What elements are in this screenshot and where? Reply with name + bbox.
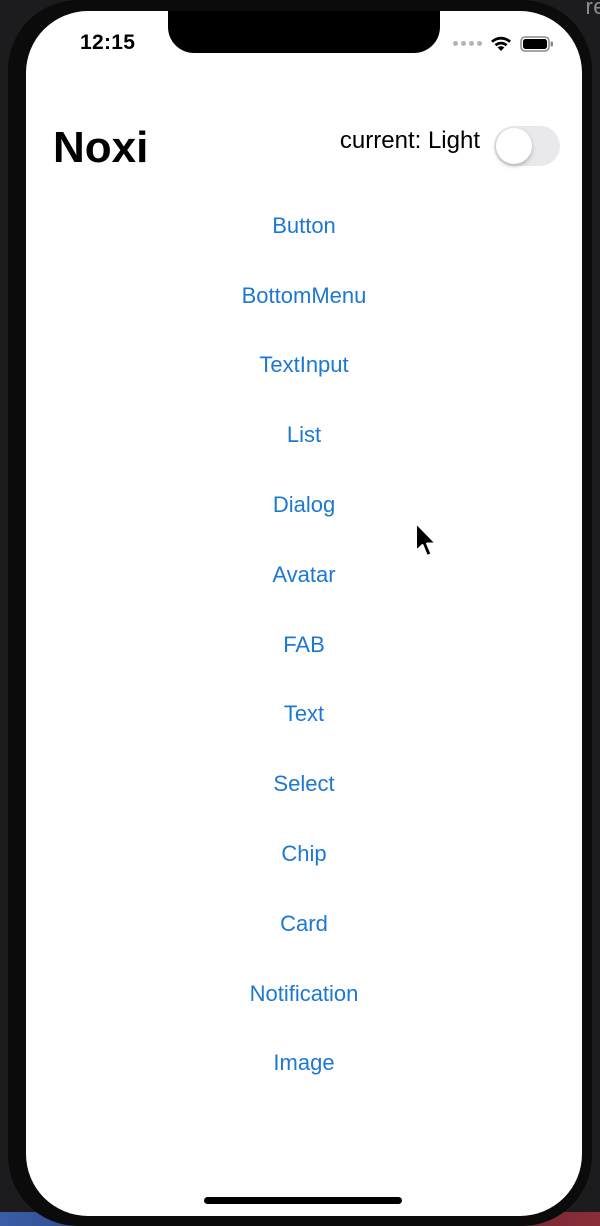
menu-item-fab[interactable]: FAB	[26, 610, 582, 680]
component-list: Button BottomMenu TextInput List Dialog …	[26, 191, 582, 1098]
menu-item-text[interactable]: Text	[26, 680, 582, 750]
app-screen: 12:15 Noxi current: Light Button BottomM…	[26, 11, 582, 1216]
menu-item-textinput[interactable]: TextInput	[26, 331, 582, 401]
background-window-text: re	[585, 0, 600, 19]
device-notch	[168, 11, 440, 53]
menu-item-list[interactable]: List	[26, 400, 582, 470]
status-indicators	[453, 35, 554, 52]
battery-icon	[520, 35, 553, 52]
home-indicator[interactable]	[204, 1197, 402, 1204]
menu-item-avatar[interactable]: Avatar	[26, 540, 582, 610]
menu-item-card[interactable]: Card	[26, 889, 582, 959]
menu-item-bottommenu[interactable]: BottomMenu	[26, 261, 582, 331]
menu-item-notification[interactable]: Notification	[26, 959, 582, 1029]
menu-item-image[interactable]: Image	[26, 1029, 582, 1099]
toggle-knob	[496, 128, 532, 164]
theme-mode-label: current: Light	[339, 127, 480, 154]
menu-item-chip[interactable]: Chip	[26, 819, 582, 889]
cellular-signal-icon	[453, 41, 482, 46]
menu-item-select[interactable]: Select	[26, 749, 582, 819]
page-title: Noxi	[53, 123, 149, 172]
status-time: 12:15	[80, 31, 136, 54]
menu-item-dialog[interactable]: Dialog	[26, 470, 582, 540]
menu-item-button[interactable]: Button	[26, 191, 582, 261]
mouse-pointer-icon	[415, 522, 437, 557]
wifi-icon	[491, 36, 511, 51]
theme-toggle[interactable]	[494, 126, 560, 166]
